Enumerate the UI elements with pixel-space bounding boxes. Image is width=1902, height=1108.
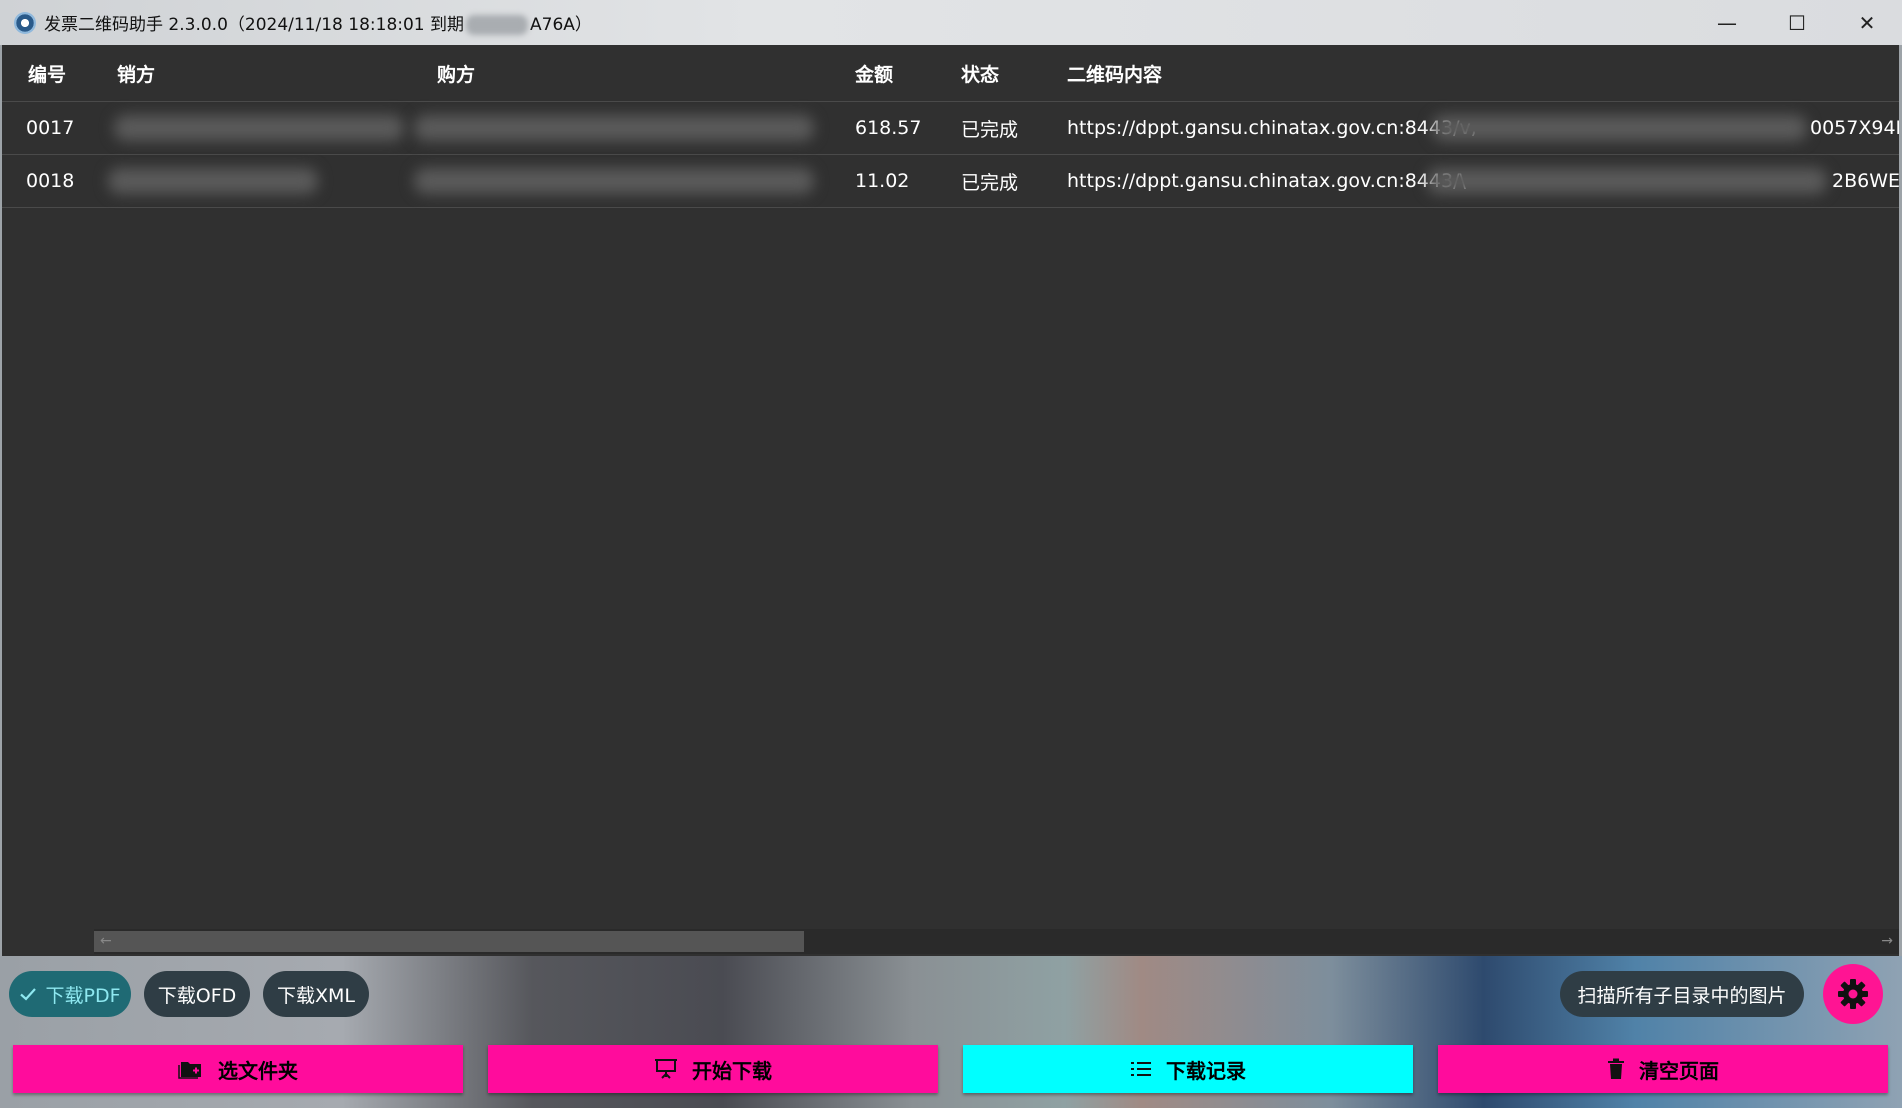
buyer-redacted	[414, 115, 814, 141]
folder-plus-icon	[178, 1058, 204, 1080]
gear-icon	[1837, 978, 1869, 1010]
row-id: 0017	[26, 117, 75, 139]
trash-icon	[1607, 1058, 1625, 1080]
invoice-table: 编号 销方 购方 金额 状态 二维码内容 0017 618.57 已完成 htt…	[2, 45, 1899, 956]
scan-subdirs-chip[interactable]: 扫描所有子目录中的图片	[1560, 971, 1804, 1017]
download-pdf-chip[interactable]: 下载PDF	[9, 971, 131, 1017]
buyer-redacted	[414, 168, 814, 194]
window-titlebar: 发票二维码助手 2.3.0.0（2024/11/18 18:18:01 到期 A7…	[0, 0, 1902, 45]
url-start: https://dppt.gansu.chinatax.gov.cn:8443/…	[1067, 170, 1466, 192]
window-title: 发票二维码助手 2.3.0.0（2024/11/18 18:18:01 到期 A7…	[44, 10, 592, 35]
check-icon	[19, 985, 37, 1003]
scroll-left-icon[interactable]: ←	[100, 929, 112, 954]
table-row[interactable]: 0017 618.57 已完成 https://dppt.gansu.china…	[2, 102, 1899, 155]
select-folder-button[interactable]: 选文件夹	[13, 1045, 463, 1093]
url-end: 0057X94B91	[1810, 117, 1899, 139]
header-buyer[interactable]: 购方	[437, 45, 475, 101]
close-button[interactable]: ✕	[1832, 0, 1902, 45]
header-qr-content[interactable]: 二维码内容	[1067, 45, 1162, 101]
redacted-serial	[466, 15, 529, 35]
url-redacted	[1432, 115, 1807, 141]
list-icon	[1130, 1059, 1152, 1079]
start-download-label: 开始下载	[692, 1058, 772, 1083]
url-start: https://dppt.gansu.chinatax.gov.cn:8443/…	[1067, 117, 1477, 139]
table-header: 编号 销方 购方 金额 状态 二维码内容	[2, 45, 1899, 102]
url-end: 2B6WEF	[1832, 170, 1899, 192]
download-xml-label: 下载XML	[277, 984, 355, 1007]
download-pdf-label: 下载PDF	[45, 984, 121, 1007]
seller-redacted	[108, 168, 318, 194]
row-id: 0018	[26, 170, 75, 192]
header-seller[interactable]: 销方	[117, 45, 155, 101]
presentation-icon	[654, 1057, 678, 1081]
url-redacted	[1427, 168, 1827, 194]
row-amount: 11.02	[855, 170, 910, 192]
select-folder-label: 选文件夹	[218, 1058, 298, 1083]
scrollbar-thumb[interactable]	[94, 931, 804, 952]
horizontal-scrollbar[interactable]: ← →	[94, 929, 1899, 954]
row-status: 已完成	[961, 171, 1019, 194]
header-amount[interactable]: 金额	[855, 45, 893, 101]
header-id[interactable]: 编号	[28, 45, 66, 101]
title-prefix: 发票二维码助手 2.3.0.0（2024/11/18 18:18:01 到期	[44, 15, 465, 35]
scan-subdirs-label: 扫描所有子目录中的图片	[1577, 984, 1787, 1007]
row-status: 已完成	[961, 118, 1019, 141]
download-xml-chip[interactable]: 下载XML	[263, 971, 369, 1017]
clear-page-button[interactable]: 清空页面	[1438, 1045, 1888, 1093]
header-status[interactable]: 状态	[961, 45, 999, 101]
download-log-button[interactable]: 下载记录	[963, 1045, 1413, 1093]
download-ofd-label: 下载OFD	[157, 984, 237, 1007]
scroll-right-icon[interactable]: →	[1881, 929, 1893, 954]
maximize-button[interactable]: ☐	[1762, 0, 1832, 45]
download-log-label: 下载记录	[1166, 1058, 1246, 1083]
title-suffix: A76A）	[530, 15, 592, 35]
start-download-button[interactable]: 开始下载	[488, 1045, 938, 1093]
table-row[interactable]: 0018 11.02 已完成 https://dppt.gansu.chinat…	[2, 155, 1899, 208]
settings-button[interactable]	[1823, 964, 1883, 1024]
minimize-button[interactable]: —	[1692, 0, 1762, 45]
row-amount: 618.57	[855, 117, 922, 139]
app-icon	[14, 11, 36, 34]
bottom-toolbar: 下载PDF 下载OFD 下载XML 扫描所有子目录中的图片 选文件夹 开始下载 …	[0, 956, 1902, 1108]
seller-redacted	[114, 115, 404, 141]
clear-page-label: 清空页面	[1639, 1058, 1719, 1083]
download-ofd-chip[interactable]: 下载OFD	[144, 971, 250, 1017]
